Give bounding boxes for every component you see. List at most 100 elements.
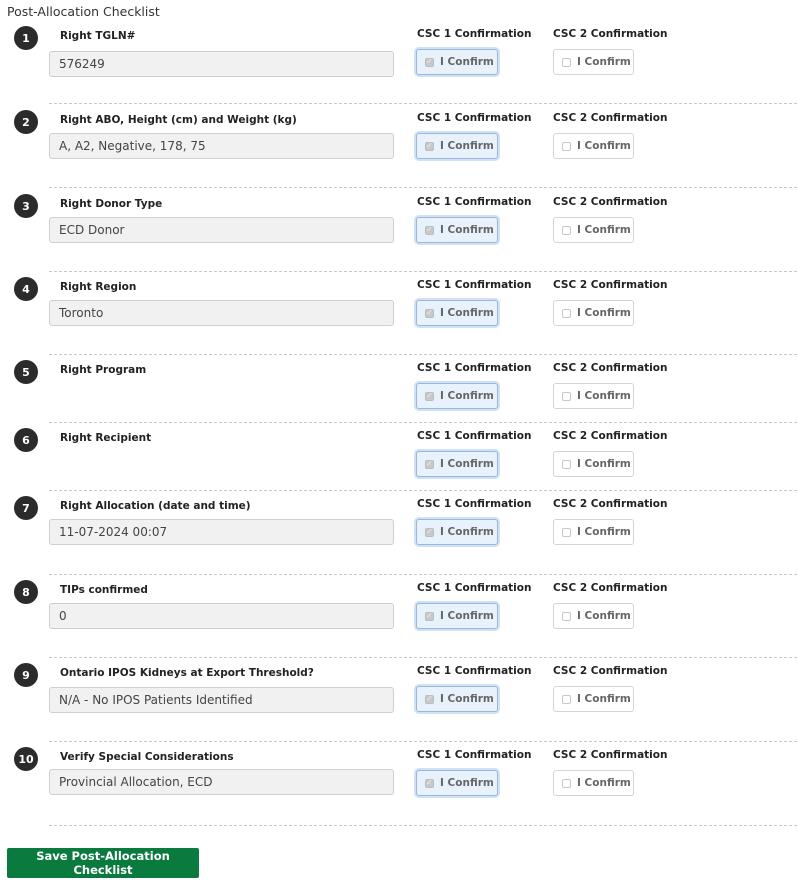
confirm-label: I Confirm	[440, 458, 494, 470]
csc1-confirm-checkbox[interactable]: I Confirm	[416, 217, 498, 243]
item-label: Right Recipient	[60, 432, 152, 444]
csc2-confirm-checkbox[interactable]: I Confirm	[553, 770, 634, 796]
csc1-header: CSC 1 Confirmation	[417, 582, 532, 594]
divider	[49, 574, 797, 575]
item-value-field[interactable]: ECD Donor	[49, 217, 394, 243]
confirm-label: I Confirm	[577, 307, 631, 319]
confirm-label: I Confirm	[577, 693, 631, 705]
checkbox-checked-icon	[425, 308, 434, 318]
csc2-confirm-checkbox[interactable]: I Confirm	[553, 519, 634, 545]
confirm-label: I Confirm	[577, 777, 631, 789]
step-number-badge: 6	[14, 428, 38, 452]
checkbox-unchecked-icon	[562, 57, 571, 67]
csc2-confirm-checkbox[interactable]: I Confirm	[553, 603, 634, 629]
confirm-label: I Confirm	[440, 526, 494, 538]
page-title: Post-Allocation Checklist	[7, 4, 160, 19]
csc2-confirm-checkbox[interactable]: I Confirm	[553, 383, 634, 409]
csc2-confirm-checkbox[interactable]: I Confirm	[553, 686, 634, 712]
checkbox-checked-icon	[425, 694, 434, 704]
checkbox-unchecked-icon	[562, 778, 571, 788]
item-label: Right Allocation (date and time)	[60, 500, 251, 512]
item-value-field[interactable]: N/A - No IPOS Patients Identified	[49, 687, 394, 713]
csc2-confirm-checkbox[interactable]: I Confirm	[553, 451, 634, 477]
save-checklist-button[interactable]: Save Post-Allocation Checklist	[7, 848, 199, 878]
confirm-label: I Confirm	[577, 224, 631, 236]
confirm-label: I Confirm	[440, 140, 494, 152]
checkbox-checked-icon	[425, 527, 434, 537]
csc1-header: CSC 1 Confirmation	[417, 362, 532, 374]
csc2-confirm-checkbox[interactable]: I Confirm	[553, 300, 634, 326]
divider	[49, 422, 797, 423]
divider	[49, 354, 797, 355]
step-number-badge: 10	[14, 747, 38, 771]
csc2-confirm-checkbox[interactable]: I Confirm	[553, 133, 634, 159]
item-value-field[interactable]: 576249	[49, 51, 394, 77]
checkbox-checked-icon	[425, 141, 434, 151]
csc2-header: CSC 2 Confirmation	[553, 498, 668, 510]
csc1-confirm-checkbox[interactable]: I Confirm	[416, 603, 498, 629]
csc1-confirm-checkbox[interactable]: I Confirm	[416, 49, 498, 75]
confirm-label: I Confirm	[440, 693, 494, 705]
step-number-badge: 8	[14, 580, 38, 604]
csc2-header: CSC 2 Confirmation	[553, 112, 668, 124]
item-value-field[interactable]: Provincial Allocation, ECD	[49, 769, 394, 795]
csc2-header: CSC 2 Confirmation	[553, 362, 668, 374]
csc1-header: CSC 1 Confirmation	[417, 665, 532, 677]
confirm-label: I Confirm	[577, 610, 631, 622]
step-number-badge: 2	[14, 110, 38, 134]
confirm-label: I Confirm	[577, 56, 631, 68]
divider	[49, 490, 797, 491]
csc2-header: CSC 2 Confirmation	[553, 28, 668, 40]
csc1-header: CSC 1 Confirmation	[417, 112, 532, 124]
csc1-confirm-checkbox[interactable]: I Confirm	[416, 300, 498, 326]
csc1-confirm-checkbox[interactable]: I Confirm	[416, 686, 498, 712]
csc2-confirm-checkbox[interactable]: I Confirm	[553, 49, 634, 75]
divider	[49, 657, 797, 658]
divider	[49, 825, 797, 826]
step-number-badge: 9	[14, 663, 38, 687]
confirm-label: I Confirm	[440, 56, 494, 68]
confirm-label: I Confirm	[440, 307, 494, 319]
csc1-confirm-checkbox[interactable]: I Confirm	[416, 383, 498, 409]
checkbox-checked-icon	[425, 611, 434, 621]
csc2-header: CSC 2 Confirmation	[553, 582, 668, 594]
confirm-label: I Confirm	[577, 390, 631, 402]
checkbox-unchecked-icon	[562, 308, 571, 318]
item-value-field[interactable]: A, A2, Negative, 178, 75	[49, 133, 394, 159]
item-label: Ontario IPOS Kidneys at Export Threshold…	[60, 667, 314, 679]
checkbox-unchecked-icon	[562, 527, 571, 537]
csc2-header: CSC 2 Confirmation	[553, 665, 668, 677]
confirm-label: I Confirm	[577, 140, 631, 152]
confirm-label: I Confirm	[440, 224, 494, 236]
csc2-header: CSC 2 Confirmation	[553, 430, 668, 442]
item-label: Verify Special Considerations	[60, 751, 234, 763]
csc1-confirm-checkbox[interactable]: I Confirm	[416, 770, 498, 796]
item-label: Right Program	[60, 364, 147, 376]
csc2-header: CSC 2 Confirmation	[553, 279, 668, 291]
csc1-confirm-checkbox[interactable]: I Confirm	[416, 133, 498, 159]
checkbox-unchecked-icon	[562, 141, 571, 151]
step-number-badge: 3	[14, 194, 38, 218]
csc1-header: CSC 1 Confirmation	[417, 196, 532, 208]
divider	[49, 187, 797, 188]
confirm-label: I Confirm	[577, 526, 631, 538]
item-value-field[interactable]: 0	[49, 603, 394, 629]
step-number-badge: 4	[14, 277, 38, 301]
csc1-header: CSC 1 Confirmation	[417, 28, 532, 40]
csc2-confirm-checkbox[interactable]: I Confirm	[553, 217, 634, 243]
checkbox-unchecked-icon	[562, 694, 571, 704]
step-number-badge: 5	[14, 360, 38, 384]
item-value-field[interactable]: 11-07-2024 00:07	[49, 519, 394, 545]
csc2-header: CSC 2 Confirmation	[553, 749, 668, 761]
checkbox-unchecked-icon	[562, 459, 571, 469]
csc1-confirm-checkbox[interactable]: I Confirm	[416, 451, 498, 477]
item-label: Right ABO, Height (cm) and Weight (kg)	[60, 114, 297, 126]
csc1-confirm-checkbox[interactable]: I Confirm	[416, 519, 498, 545]
csc1-header: CSC 1 Confirmation	[417, 498, 532, 510]
item-label: Right TGLN#	[60, 30, 136, 42]
item-value-field[interactable]: Toronto	[49, 300, 394, 326]
checkbox-unchecked-icon	[562, 391, 571, 401]
step-number-badge: 7	[14, 496, 38, 520]
confirm-label: I Confirm	[440, 390, 494, 402]
checkbox-checked-icon	[425, 225, 434, 235]
